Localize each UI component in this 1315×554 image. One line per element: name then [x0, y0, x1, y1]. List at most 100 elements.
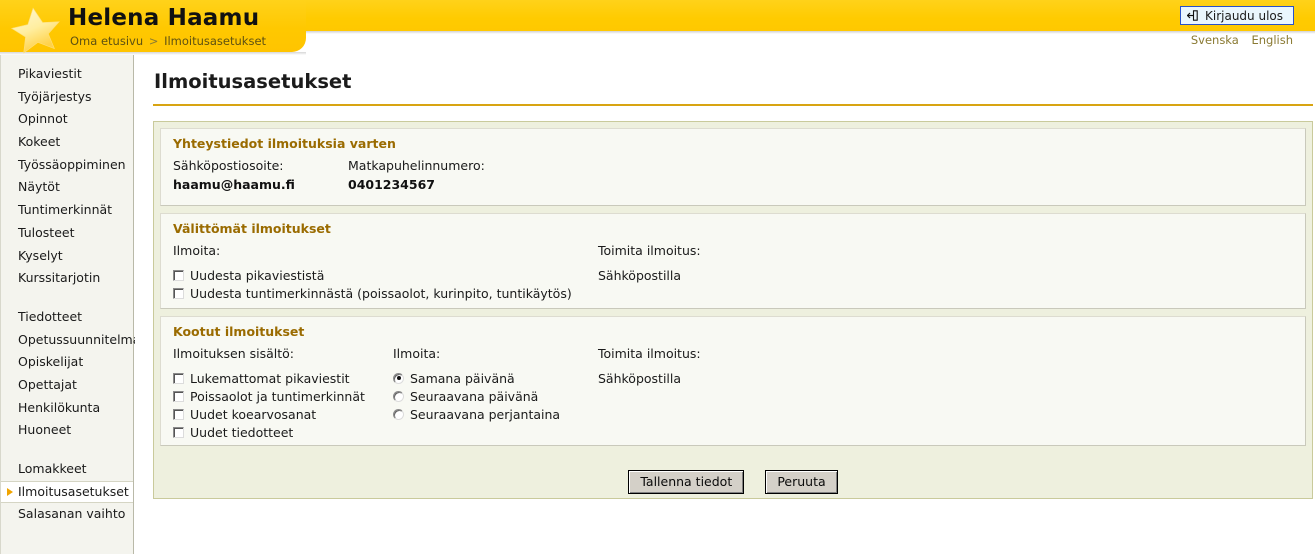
option-label: Seuraavana päivänä	[410, 388, 539, 404]
cancel-button[interactable]: Peruuta	[765, 470, 838, 494]
option-label: Uudet tiedotteet	[190, 424, 294, 440]
checkbox-poissaolot-ja-tuntimerkinnat[interactable]: Poissaolot ja tuntimerkinnät	[173, 387, 393, 405]
exit-arrow-icon	[1186, 10, 1198, 21]
save-button[interactable]: Tallenna tiedot	[628, 470, 745, 494]
option-label: Samana päivänä	[410, 370, 515, 386]
logout-label: Kirjaudu ulos	[1205, 8, 1283, 23]
sidebar-item-label: Huoneet	[18, 422, 72, 438]
breadcrumb: Oma etusivu > Ilmoitusasetukset	[70, 34, 266, 48]
radio-seuraavana-perjantaina[interactable]: Seuraavana perjantaina	[393, 405, 593, 423]
option-label: Uudesta pikaviestistä	[190, 267, 325, 283]
sidebar-item-label: Tulosteet	[18, 224, 75, 240]
contact-section: Yhteystiedot ilmoituksia varten Sähköpos…	[160, 128, 1306, 206]
digest-deliver-label: Toimita ilmoitus:	[598, 346, 701, 361]
breadcrumb-separator: >	[148, 34, 159, 48]
email-value: haamu@haamu.fi	[173, 177, 295, 192]
checkbox-uudesta-pikaviestista[interactable]: Uudesta pikaviestistä	[173, 266, 593, 284]
sidebar-item-tulosteet[interactable]: Tulosteet	[1, 222, 133, 245]
radio-dot-icon[interactable]	[393, 372, 404, 384]
header-yellow-strip	[292, 0, 1315, 31]
sidebar-item-pikaviestit[interactable]: Pikaviestit	[1, 63, 133, 86]
sidebar-item-tuntimerkinnat[interactable]: Tuntimerkinnät	[1, 199, 133, 222]
checkbox-box-icon[interactable]	[173, 372, 184, 384]
immediate-section-title: Välittömät ilmoitukset	[173, 221, 331, 236]
sidebar-item-label: Ilmoitusasetukset	[18, 483, 129, 499]
title-underline	[153, 104, 1313, 106]
sidebar-item-label: Pikaviestit	[18, 66, 82, 81]
settings-form-panel: Yhteystiedot ilmoituksia varten Sähköpos…	[153, 121, 1313, 499]
immediate-notify-label: Ilmoita:	[173, 243, 221, 258]
main-content: Ilmoitusasetukset Yhteystiedot ilmoituks…	[135, 55, 1315, 554]
sidebar-item-tyossaoppiminen[interactable]: Työssäoppiminen	[1, 154, 133, 177]
sidebar-item-henkilokunta[interactable]: Henkilökunta	[1, 397, 133, 420]
page-title: Ilmoitusasetukset	[154, 70, 352, 93]
sidebar-divider-1	[1, 290, 133, 306]
sidebar-item-huoneet[interactable]: Huoneet	[1, 419, 133, 442]
immediate-notifications-section: Välittömät ilmoitukset Ilmoita: Uudesta …	[160, 213, 1306, 309]
checkbox-box-icon[interactable]	[173, 287, 184, 299]
sidebar-item-label: Näytöt	[18, 179, 60, 195]
phone-column: Matkapuhelinnumero: 0401234567	[348, 158, 485, 192]
sidebar-item-kurssitarjotin[interactable]: Kurssitarjotin	[1, 267, 133, 290]
sidebar-item-label: Kyselyt	[18, 247, 63, 263]
checkbox-uudet-koearvosanat[interactable]: Uudet koearvosanat	[173, 405, 393, 423]
sidebar-item-kyselyt[interactable]: Kyselyt	[1, 245, 133, 268]
radio-seuraavana-paivana[interactable]: Seuraavana päivänä	[393, 387, 593, 405]
sidebar-item-label: Henkilökunta	[18, 399, 101, 415]
digest-section-title: Kootut ilmoitukset	[173, 324, 305, 339]
immediate-notify-column: Ilmoita: Uudesta pikaviestistä Uudesta t…	[173, 243, 593, 302]
checkbox-box-icon[interactable]	[173, 269, 184, 281]
phone-label: Matkapuhelinnumero:	[348, 158, 485, 173]
checkbox-uudesta-tuntimerkinnasta[interactable]: Uudesta tuntimerkinnästä (poissaolot, ku…	[173, 284, 593, 302]
header-strip-shadow	[306, 31, 1315, 34]
application-window: Helena Haamu Oma etusivu > Ilmoitusasetu…	[0, 0, 1315, 554]
sidebar-item-kokeet[interactable]: Kokeet	[1, 131, 133, 154]
sidebar-item-naytot[interactable]: Näytöt	[1, 176, 133, 199]
user-name: Helena Haamu	[68, 5, 260, 31]
checkbox-uudet-tiedotteet[interactable]: Uudet tiedotteet	[173, 423, 393, 441]
digest-notify-label: Ilmoita:	[393, 346, 441, 361]
checkbox-box-icon[interactable]	[173, 390, 184, 402]
digest-deliver-column: Toimita ilmoitus: Sähköpostilla	[598, 346, 701, 387]
sidebar-item-label: Kurssitarjotin	[18, 270, 101, 286]
radio-dot-icon[interactable]	[393, 390, 404, 402]
checkbox-box-icon[interactable]	[173, 426, 184, 438]
sidebar-item-label: Työssäoppiminen	[18, 156, 126, 172]
contact-section-title: Yhteystiedot ilmoituksia varten	[173, 136, 396, 151]
radio-samana-paivana[interactable]: Samana päivänä	[393, 369, 593, 387]
radio-dot-icon[interactable]	[393, 408, 404, 420]
page-header: Helena Haamu Oma etusivu > Ilmoitusasetu…	[0, 0, 1315, 55]
sidebar-item-label: Työjärjestys	[18, 88, 92, 104]
option-label: Uudesta tuntimerkinnästä (poissaolot, ku…	[190, 285, 572, 301]
star-logo-icon	[10, 4, 62, 54]
option-label: Lukemattomat pikaviestit	[190, 370, 350, 386]
sidebar-item-label: Opinnot	[18, 111, 68, 127]
checkbox-box-icon[interactable]	[173, 408, 184, 420]
sidebar-group-1: Pikaviestit Työjärjestys Opinnot Kokeet …	[1, 63, 133, 290]
sidebar-item-opettajat[interactable]: Opettajat	[1, 374, 133, 397]
sidebar-item-opinnot[interactable]: Opinnot	[1, 108, 133, 131]
form-button-bar: Tallenna tiedot Peruuta	[154, 470, 1312, 494]
sidebar-item-opetussuunnitelma[interactable]: Opetussuunnitelma	[1, 329, 140, 352]
sidebar-item-salasanan-vaihto[interactable]: Salasanan vaihto	[1, 503, 133, 526]
language-english[interactable]: English	[1251, 33, 1293, 47]
logout-button[interactable]: Kirjaudu ulos	[1180, 6, 1294, 25]
sidebar-item-tyojarjestys[interactable]: Työjärjestys	[1, 86, 133, 109]
immediate-deliver-column: Toimita ilmoitus: Sähköpostilla	[598, 243, 701, 284]
immediate-deliver-value-row: Sähköpostilla	[598, 266, 701, 284]
sidebar-item-tiedotteet[interactable]: Tiedotteet	[1, 306, 133, 329]
language-svenska[interactable]: Svenska	[1191, 33, 1239, 47]
sidebar-item-ilmoitusasetukset[interactable]: Ilmoitusasetukset	[1, 480, 133, 504]
breadcrumb-home[interactable]: Oma etusivu	[70, 34, 143, 48]
sidebar-divider-2	[1, 442, 133, 458]
language-links: Svenska English	[1182, 33, 1293, 47]
sidebar-item-opiskelijat[interactable]: Opiskelijat	[1, 351, 133, 374]
sidebar-item-label: Tiedotteet	[18, 308, 83, 324]
checkbox-lukemattomat-pikaviestit[interactable]: Lukemattomat pikaviestit	[173, 369, 393, 387]
sidebar-item-lomakkeet[interactable]: Lomakkeet	[1, 458, 133, 481]
sidebar-item-label: Lomakkeet	[18, 461, 87, 476]
sidebar-item-label: Kokeet	[18, 134, 61, 150]
phone-value: 0401234567	[348, 177, 435, 192]
sidebar-group-2: Tiedotteet Opetussuunnitelma Opiskelijat…	[1, 306, 140, 442]
sidebar-item-label: Opettajat	[18, 376, 77, 392]
